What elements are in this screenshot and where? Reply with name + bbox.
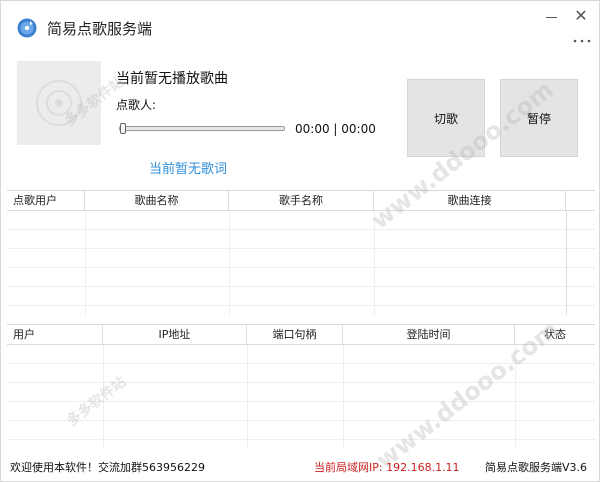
minimize-button[interactable] xyxy=(542,9,562,25)
user-table-header: 用户 IP地址 端口句柄 登陆时间 状态 xyxy=(7,325,595,345)
song-request-table[interactable]: 点歌用户 歌曲名称 歌手名称 歌曲连接 xyxy=(7,190,595,315)
table-row xyxy=(7,421,595,440)
column-header-port-handle[interactable]: 端口句柄 xyxy=(247,325,343,345)
user-table-body xyxy=(7,345,595,449)
column-header-ip[interactable]: IP地址 xyxy=(103,325,247,345)
song-table-body xyxy=(7,211,595,315)
table-row xyxy=(7,249,595,268)
time-display: 00:00 | 00:00 xyxy=(295,122,376,136)
title-bar[interactable]: 简易点歌服务端 ✕ xyxy=(1,1,599,57)
column-header-requester[interactable]: 点歌用户 xyxy=(7,191,85,211)
table-row xyxy=(7,345,595,364)
window-title: 简易点歌服务端 xyxy=(47,20,153,38)
lan-ip-text: 当前局域网IP: 192.168.1.11 xyxy=(314,461,460,474)
progress-thumb[interactable] xyxy=(120,123,126,134)
disc-placeholder-icon xyxy=(36,80,82,126)
column-header-login-time[interactable]: 登陆时间 xyxy=(343,325,515,345)
progress-track xyxy=(119,126,285,131)
now-playing-text: 当前暂无播放歌曲 xyxy=(116,71,228,87)
table-row xyxy=(7,364,595,383)
column-header-user[interactable]: 用户 xyxy=(7,325,103,345)
song-table-header: 点歌用户 歌曲名称 歌手名称 歌曲连接 xyxy=(7,191,595,211)
music-disc-icon xyxy=(17,18,37,38)
column-header-song-name[interactable]: 歌曲名称 xyxy=(85,191,229,211)
close-button[interactable]: ✕ xyxy=(572,7,590,25)
welcome-message: 欢迎使用本软件！交流加群563956229 xyxy=(10,461,205,474)
table-row xyxy=(7,211,595,230)
table-row xyxy=(7,287,595,306)
column-header-status[interactable]: 状态 xyxy=(515,325,595,345)
column-header-song-link[interactable]: 歌曲连接 xyxy=(374,191,566,211)
column-header-artist[interactable]: 歌手名称 xyxy=(229,191,374,211)
user-connection-table[interactable]: 用户 IP地址 端口句柄 登陆时间 状态 xyxy=(7,324,595,449)
album-cover xyxy=(17,61,101,145)
table-row xyxy=(7,402,595,421)
pause-button[interactable]: 暂停 xyxy=(500,79,578,157)
requester-label: 点歌人: xyxy=(116,98,157,112)
cut-song-button[interactable]: 切歌 xyxy=(407,79,485,157)
version-text: 简易点歌服务端V3.6 xyxy=(485,461,588,474)
table-row xyxy=(7,383,595,402)
app-window: 简易点歌服务端 ✕ 当前暂无播放歌曲 点歌人: 00:00 | 00:00 当前… xyxy=(0,0,600,482)
lyrics-text: 当前暂无歌词 xyxy=(149,162,228,177)
more-options-icon[interactable] xyxy=(573,35,591,45)
progress-slider[interactable] xyxy=(119,123,285,134)
table-row xyxy=(7,268,595,287)
table-row xyxy=(7,230,595,249)
